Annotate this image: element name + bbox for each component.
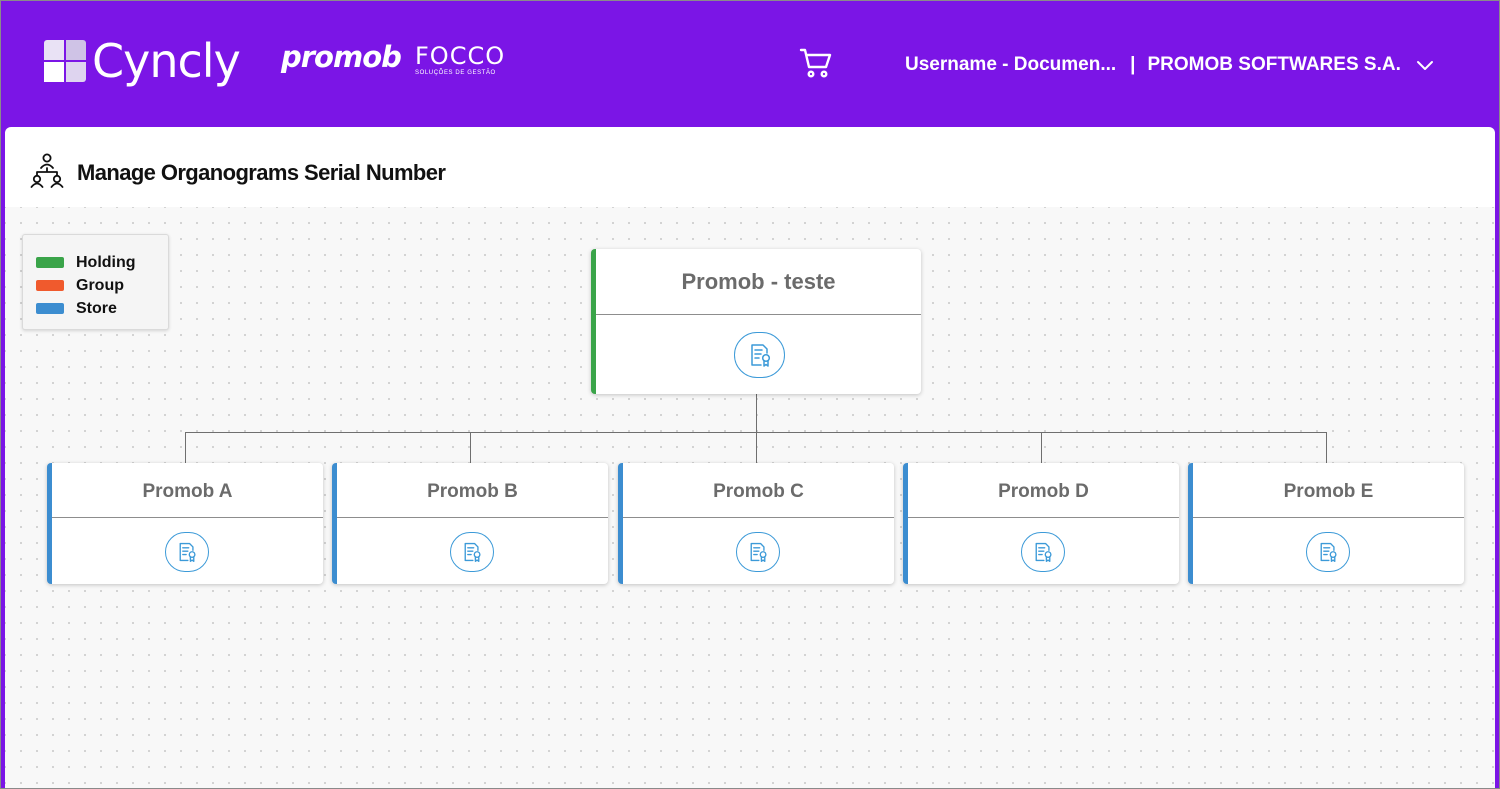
- connector-child-b: [470, 432, 471, 463]
- org-node-title: Promob E: [1283, 481, 1374, 502]
- org-node-title: Promob - teste: [681, 269, 836, 294]
- org-node-divider: [337, 517, 608, 518]
- legend-label-store: Store: [76, 299, 117, 317]
- cart-icon[interactable]: [799, 46, 833, 80]
- cyncly-logo-text: Cyncly: [92, 34, 241, 88]
- legend-label-holding: Holding: [76, 253, 136, 271]
- serial-number-button[interactable]: [1306, 532, 1350, 572]
- certificate-document-icon: [1320, 542, 1337, 562]
- certificate-document-icon: [750, 344, 770, 367]
- legend-item-holding: Holding: [36, 251, 168, 274]
- legend-swatch-holding: [36, 257, 64, 268]
- legend-label-group: Group: [76, 276, 124, 294]
- serial-number-button[interactable]: [450, 532, 494, 572]
- company-label: PROMOB SOFTWARES S.A.: [1147, 54, 1401, 75]
- cyncly-logo-mark-icon: [44, 40, 86, 82]
- org-node-divider: [596, 314, 921, 315]
- connector-child-c: [756, 432, 757, 463]
- legend: Holding Group Store: [22, 234, 169, 330]
- serial-number-button[interactable]: [165, 532, 209, 572]
- username-label: Username - Documen...: [905, 54, 1117, 75]
- focco-logo: FOCCO SOLUÇÕES DE GESTÃO: [415, 44, 505, 76]
- legend-item-group: Group: [36, 274, 168, 297]
- legend-swatch-group: [36, 280, 64, 291]
- org-node-divider: [908, 517, 1179, 518]
- org-node-child[interactable]: Promob D: [903, 463, 1179, 584]
- org-node-divider: [623, 517, 894, 518]
- connector-root-down: [756, 394, 757, 433]
- org-node-title: Promob C: [713, 481, 804, 502]
- organogram-icon: [30, 153, 64, 188]
- org-node-child[interactable]: Promob B: [332, 463, 608, 584]
- page-title: Manage Organograms Serial Number: [77, 160, 446, 185]
- certificate-document-icon: [1035, 542, 1052, 562]
- serial-number-button[interactable]: [736, 532, 780, 572]
- org-node-child[interactable]: Promob E: [1188, 463, 1464, 584]
- legend-swatch-store: [36, 303, 64, 314]
- connector-child-a: [185, 432, 186, 463]
- certificate-document-icon: [750, 542, 767, 562]
- certificate-document-icon: [464, 542, 481, 562]
- connector-child-d: [1041, 432, 1042, 463]
- certificate-document-icon: [179, 542, 196, 562]
- org-node-child[interactable]: Promob A: [47, 463, 323, 584]
- cyncly-logo[interactable]: Cyncly: [44, 34, 241, 88]
- serial-number-button[interactable]: [734, 332, 785, 378]
- org-node-title: Promob D: [998, 481, 1089, 502]
- promob-logo: promob: [281, 40, 402, 74]
- app-header: Cyncly promob FOCCO SOLUÇÕES DE GESTÃO U…: [0, 0, 1500, 128]
- chevron-down-icon[interactable]: [1415, 55, 1435, 75]
- user-menu[interactable]: Username - Documen... | PROMOB SOFTWARES…: [905, 54, 1435, 76]
- legend-item-store: Store: [36, 297, 168, 320]
- org-node-title: Promob B: [427, 481, 518, 502]
- user-separator: |: [1130, 54, 1136, 75]
- focco-logo-tagline: SOLUÇÕES DE GESTÃO: [415, 70, 496, 76]
- serial-number-button[interactable]: [1021, 532, 1065, 572]
- org-node-divider: [1193, 517, 1464, 518]
- page-header: Manage Organograms Serial Number: [5, 127, 1495, 207]
- org-node-title: Promob A: [142, 481, 233, 502]
- connector-child-e: [1326, 432, 1327, 463]
- org-node-root[interactable]: Promob - teste: [591, 249, 921, 394]
- org-node-child[interactable]: Promob C: [618, 463, 894, 584]
- org-node-divider: [52, 517, 323, 518]
- focco-logo-text: FOCCO: [415, 42, 506, 70]
